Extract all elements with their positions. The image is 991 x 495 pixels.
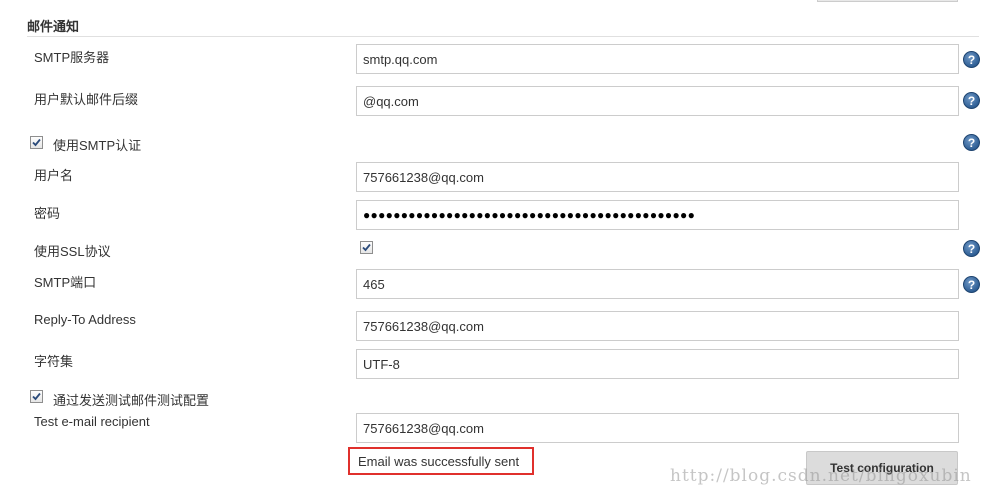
jenkins-email-settings: 邮件通知 SMTP服务器 smtp.qq.com ? 用户默认邮件后缀 @qq.… [0, 0, 991, 495]
test-config-checkbox[interactable] [30, 390, 43, 403]
section-title: 邮件通知 [27, 19, 80, 34]
reply-to-label: Reply-To Address [34, 312, 136, 327]
status-message: Email was successfully sent [348, 447, 534, 475]
password-label: 密码 [34, 206, 61, 221]
smtp-auth-checkbox[interactable] [30, 136, 43, 149]
test-config-label: 通过发送测试邮件测试配置 [53, 393, 210, 408]
help-icon[interactable]: ? [963, 276, 980, 293]
password-input[interactable]: ●●●●●●●●●●●●●●●●●●●●●●●●●●●●●●●●●●●●●●●●… [356, 200, 959, 230]
section-divider [27, 36, 979, 37]
checkmark-icon [32, 138, 41, 147]
test-configuration-button[interactable]: Test configuration [806, 451, 958, 485]
smtp-server-label: SMTP服务器 [34, 50, 110, 65]
smtp-auth-label: 使用SMTP认证 [53, 138, 142, 153]
checkmark-icon [32, 392, 41, 401]
help-icon[interactable]: ? [963, 134, 980, 151]
default-suffix-label: 用户默认邮件后缀 [34, 92, 139, 107]
charset-label: 字符集 [34, 354, 74, 369]
help-icon[interactable]: ? [963, 51, 980, 68]
smtp-port-input[interactable]: 465 [356, 269, 959, 299]
test-recipient-input[interactable]: 757661238@qq.com [356, 413, 959, 443]
use-ssl-label: 使用SSL协议 [34, 244, 111, 259]
default-suffix-input[interactable]: @qq.com [356, 86, 959, 116]
use-ssl-checkbox[interactable] [360, 241, 373, 254]
smtp-server-input[interactable]: smtp.qq.com [356, 44, 959, 74]
charset-input[interactable]: UTF-8 [356, 349, 959, 379]
reply-to-input[interactable]: 757661238@qq.com [356, 311, 959, 341]
checkmark-icon [362, 243, 371, 252]
test-recipient-label: Test e-mail recipient [34, 414, 150, 429]
help-icon[interactable]: ? [963, 92, 980, 109]
smtp-port-label: SMTP端口 [34, 275, 97, 290]
previous-section-button-edge [817, 0, 958, 2]
help-icon[interactable]: ? [963, 240, 980, 257]
username-input[interactable]: 757661238@qq.com [356, 162, 959, 192]
username-label: 用户名 [34, 168, 74, 183]
